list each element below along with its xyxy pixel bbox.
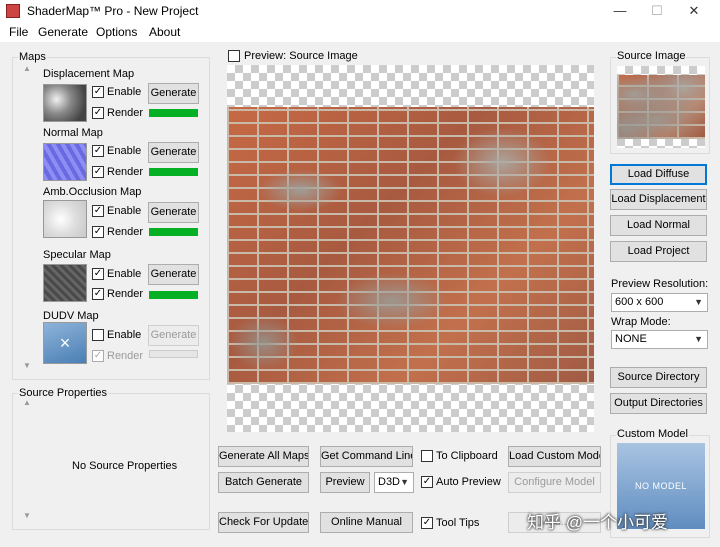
menu-options[interactable]: Options bbox=[96, 25, 137, 39]
watermark-text: 知乎 @一个小可爱 bbox=[527, 513, 668, 532]
get-command-line-button[interactable]: Get Command Line bbox=[320, 446, 413, 467]
to-clipboard-checkbox[interactable] bbox=[421, 450, 433, 462]
props-scroll-up-icon[interactable]: ▲ bbox=[23, 398, 31, 407]
auto-preview-label: Auto Preview bbox=[436, 476, 501, 488]
progress-bar-specular bbox=[149, 291, 198, 299]
generate-button-displacement[interactable]: Generate bbox=[148, 83, 199, 104]
load-diffuse-button[interactable]: Load Diffuse bbox=[610, 164, 707, 185]
no-source-properties-text: No Source Properties bbox=[72, 460, 178, 472]
batch-generate-button[interactable]: Batch Generate bbox=[218, 472, 309, 493]
render-label: Render bbox=[107, 350, 144, 362]
maps-scroll-down-icon[interactable]: ▼ bbox=[23, 361, 31, 370]
wrap-mode-label: Wrap Mode: bbox=[611, 316, 671, 328]
load-custom-model-button[interactable]: Load Custom Model bbox=[508, 446, 601, 467]
source-image-thumbnail bbox=[617, 75, 705, 139]
maps-group-label: Maps bbox=[18, 51, 47, 63]
progress-bar-dudv bbox=[149, 350, 198, 358]
enable-label: Enable bbox=[107, 145, 142, 157]
window-title: ShaderMap™ Pro - New Project bbox=[27, 4, 199, 18]
load-displacement-button[interactable]: Load Displacement bbox=[610, 189, 707, 210]
load-project-button[interactable]: Load Project bbox=[610, 241, 707, 262]
generate-button-dudv[interactable]: Generate bbox=[148, 325, 199, 346]
progress-bar-displacement bbox=[149, 109, 198, 117]
to-clipboard-label: To Clipboard bbox=[436, 450, 498, 462]
render-checkbox-normal[interactable]: ✓ bbox=[92, 166, 104, 178]
generate-button-specular[interactable]: Generate bbox=[148, 264, 199, 285]
preview-checkbox[interactable] bbox=[228, 50, 240, 62]
generate-button-normal[interactable]: Generate bbox=[148, 142, 199, 163]
render-label: Render bbox=[107, 107, 144, 119]
renderer-select[interactable]: D3D ▼ bbox=[374, 472, 414, 493]
preview-resolution-select[interactable]: 600 x 600 ▼ bbox=[611, 293, 708, 312]
map-title-normal: Normal Map bbox=[43, 127, 103, 139]
preview-resolution-value: 600 x 600 bbox=[615, 296, 664, 308]
configure-model-button[interactable]: Configure Model bbox=[508, 472, 601, 493]
load-normal-button[interactable]: Load Normal bbox=[610, 215, 707, 236]
check-for-updates-button[interactable]: Check For Updates bbox=[218, 512, 309, 533]
enable-label: Enable bbox=[107, 86, 142, 98]
map-title-dudv: DUDV Map bbox=[43, 310, 99, 322]
tool-tips-checkbox[interactable]: ✓ bbox=[421, 517, 433, 529]
normal-thumbnail bbox=[43, 143, 87, 181]
displacement-thumbnail bbox=[43, 84, 87, 122]
app-icon bbox=[6, 4, 20, 18]
auto-preview-checkbox[interactable]: ✓ bbox=[421, 476, 433, 488]
renderer-value: D3D bbox=[378, 476, 401, 488]
maps-scroll-up-icon[interactable]: ▲ bbox=[23, 64, 31, 73]
wrap-mode-value: NONE bbox=[615, 333, 647, 345]
no-model-text: NO MODEL bbox=[634, 481, 687, 491]
menu-generate[interactable]: Generate bbox=[38, 25, 88, 39]
enable-checkbox-specular[interactable]: ✓ bbox=[92, 268, 104, 280]
minimize-button[interactable]: — bbox=[602, 0, 638, 22]
render-checkbox-ao[interactable]: ✓ bbox=[92, 226, 104, 238]
render-checkbox-specular[interactable]: ✓ bbox=[92, 288, 104, 300]
online-manual-button[interactable]: Online Manual bbox=[320, 512, 413, 533]
menu-bar: File Generate Options About bbox=[0, 22, 720, 42]
progress-bar-normal bbox=[149, 168, 198, 176]
enable-checkbox-ao[interactable]: ✓ bbox=[92, 205, 104, 217]
source-properties-label: Source Properties bbox=[18, 387, 109, 399]
maximize-button[interactable]: ☐ bbox=[639, 0, 675, 22]
map-title-specular: Specular Map bbox=[43, 249, 111, 261]
generate-button-ao[interactable]: Generate bbox=[148, 202, 199, 223]
enable-checkbox-normal[interactable]: ✓ bbox=[92, 145, 104, 157]
chevron-down-icon: ▼ bbox=[694, 334, 703, 344]
enable-checkbox-displacement[interactable]: ✓ bbox=[92, 86, 104, 98]
preview-button[interactable]: Preview bbox=[320, 472, 370, 493]
chevron-down-icon: ▼ bbox=[400, 477, 409, 487]
preview-resolution-label: Preview Resolution: bbox=[611, 278, 709, 290]
source-image-label: Source Image bbox=[616, 50, 687, 62]
menu-about[interactable]: About bbox=[149, 25, 180, 39]
enable-label: Enable bbox=[107, 268, 142, 280]
render-label: Render bbox=[107, 166, 144, 178]
render-label: Render bbox=[107, 226, 144, 238]
preview-source-image bbox=[227, 107, 594, 384]
enable-label: Enable bbox=[107, 205, 142, 217]
chevron-down-icon: ▼ bbox=[694, 297, 703, 307]
title-bar: ShaderMap™ Pro - New Project — ☐ ✕ bbox=[0, 0, 720, 22]
enable-checkbox-dudv[interactable] bbox=[92, 329, 104, 341]
custom-model-label: Custom Model bbox=[616, 428, 689, 440]
preview-label: Preview: Source Image bbox=[244, 50, 358, 62]
tool-tips-label: Tool Tips bbox=[436, 517, 480, 529]
wrap-mode-select[interactable]: NONE ▼ bbox=[611, 330, 708, 349]
output-directories-button[interactable]: Output Directories bbox=[610, 393, 707, 414]
map-title-ao: Amb.Occlusion Map bbox=[43, 186, 142, 198]
menu-file[interactable]: File bbox=[9, 25, 28, 39]
enable-label: Enable bbox=[107, 329, 142, 341]
map-title-displacement: Displacement Map bbox=[43, 68, 135, 80]
close-button[interactable]: ✕ bbox=[676, 0, 712, 22]
ao-thumbnail bbox=[43, 200, 87, 238]
source-directory-button[interactable]: Source Directory bbox=[610, 367, 707, 388]
props-scroll-down-icon[interactable]: ▼ bbox=[23, 511, 31, 520]
dudv-thumbnail: × bbox=[43, 322, 87, 364]
render-checkbox-dudv[interactable]: ✓ bbox=[92, 350, 104, 362]
render-label: Render bbox=[107, 288, 144, 300]
render-checkbox-displacement[interactable]: ✓ bbox=[92, 107, 104, 119]
generate-all-maps-button[interactable]: Generate All Maps bbox=[218, 446, 309, 467]
progress-bar-ao bbox=[149, 228, 198, 236]
specular-thumbnail bbox=[43, 264, 87, 302]
